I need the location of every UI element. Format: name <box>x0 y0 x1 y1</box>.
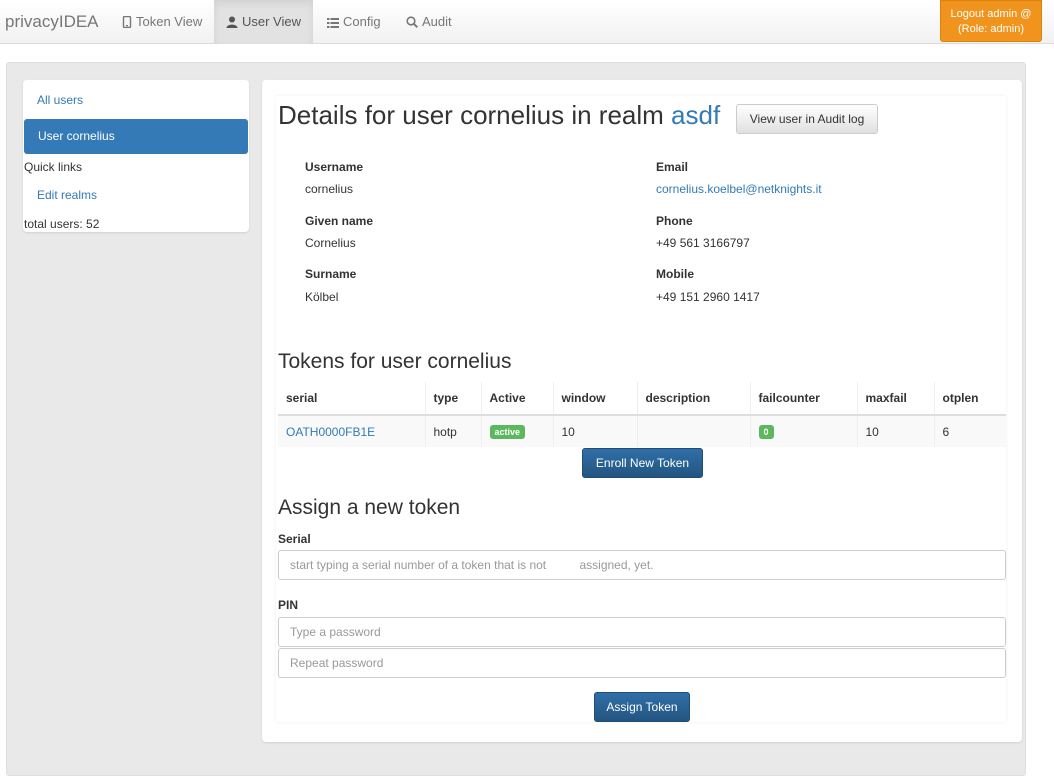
nav-token-view-label: Token View <box>136 14 203 29</box>
failcounter-badge: 0 <box>758 425 774 439</box>
mobile-value: +49 151 2960 1417 <box>656 290 760 304</box>
sidebar-item-user-cornelius[interactable]: User cornelius <box>24 119 248 154</box>
surname-value: Kölbel <box>305 290 339 304</box>
column-header[interactable]: serial <box>278 382 425 416</box>
nav-audit[interactable]: Audit <box>394 0 464 44</box>
logout-button[interactable]: Logout admin @ (Role: admin) <box>940 0 1042 42</box>
nav-user-view[interactable]: User View <box>214 0 313 44</box>
logout-role: (Role: admin) <box>957 23 1025 35</box>
serial-label: Serial <box>278 532 311 546</box>
user-icon <box>226 16 238 28</box>
view-audit-log-button[interactable]: View user in Audit log <box>736 104 878 134</box>
tokens-table: serial type Active window description fa… <box>278 382 1006 447</box>
table-row: OATH0000FB1E hotp active 10 0 10 6 <box>278 415 1006 447</box>
token-otplen: 6 <box>933 415 1006 447</box>
email-link[interactable]: cornelius.koelbel@netknights.it <box>656 182 822 196</box>
given-name-label: Given name <box>305 214 374 228</box>
search-icon <box>406 16 419 29</box>
enroll-new-token-button[interactable]: Enroll New Token <box>582 448 703 478</box>
username-label: Username <box>305 160 364 174</box>
pin-label: PIN <box>278 598 299 612</box>
column-header[interactable]: Active <box>480 382 553 416</box>
nav-user-view-label: User View <box>242 14 302 29</box>
table-header-row: serial type Active window description fa… <box>278 382 1006 416</box>
column-header[interactable]: maxfail <box>856 382 934 416</box>
assign-heading: Assign a new token <box>278 496 461 519</box>
nav-audit-label: Audit <box>422 14 452 29</box>
column-header[interactable]: failcounter <box>749 382 857 416</box>
token-serial-link[interactable]: OATH0000FB1E <box>286 425 375 439</box>
phone-label: Phone <box>656 214 693 228</box>
phone-value: +49 561 3166797 <box>656 236 750 250</box>
token-description <box>636 415 750 447</box>
page-title-text: Details for user cornelius in realm <box>278 100 664 130</box>
username-value: cornelius <box>305 182 354 196</box>
column-header[interactable]: otplen <box>933 382 1006 416</box>
token-window: 10 <box>552 415 637 447</box>
email-label: Email <box>656 160 689 174</box>
navbar: privacyIDEA Token View User View Config … <box>0 0 1054 44</box>
active-badge: active <box>489 425 526 439</box>
column-header[interactable]: type <box>424 382 481 416</box>
pin-input[interactable] <box>278 617 1006 647</box>
list-icon <box>327 18 339 28</box>
column-header[interactable]: window <box>552 382 637 416</box>
token-maxfail: 10 <box>856 415 934 447</box>
sidebar: All users User cornelius Quick links Edi… <box>23 80 249 232</box>
realm-link[interactable]: asdf <box>671 100 720 130</box>
nav-config[interactable]: Config <box>315 0 393 44</box>
phone-icon <box>122 15 132 29</box>
nav-token-view[interactable]: Token View <box>110 0 214 44</box>
quick-links-heading: Quick links <box>24 160 83 174</box>
page-title: Details for user cornelius in realm asdf <box>278 100 720 131</box>
tokens-heading: Tokens for user cornelius <box>278 350 512 373</box>
serial-input[interactable] <box>278 550 1006 580</box>
token-type: hotp <box>424 415 481 447</box>
sidebar-item-all-users[interactable]: All users <box>37 93 83 107</box>
sidebar-item-edit-realms[interactable]: Edit realms <box>37 188 97 202</box>
column-header[interactable]: description <box>636 382 750 416</box>
nav-config-label: Config <box>343 14 381 29</box>
logout-label: Logout admin @ <box>950 8 1032 20</box>
brand-logo[interactable]: privacyIDEA <box>5 12 99 32</box>
total-users-count: total users: 52 <box>24 217 100 231</box>
assign-token-button[interactable]: Assign Token <box>594 692 690 722</box>
given-name-value: Cornelius <box>305 236 356 250</box>
mobile-label: Mobile <box>656 267 694 281</box>
surname-label: Surname <box>305 267 357 281</box>
repeat-pin-input[interactable] <box>278 648 1006 678</box>
